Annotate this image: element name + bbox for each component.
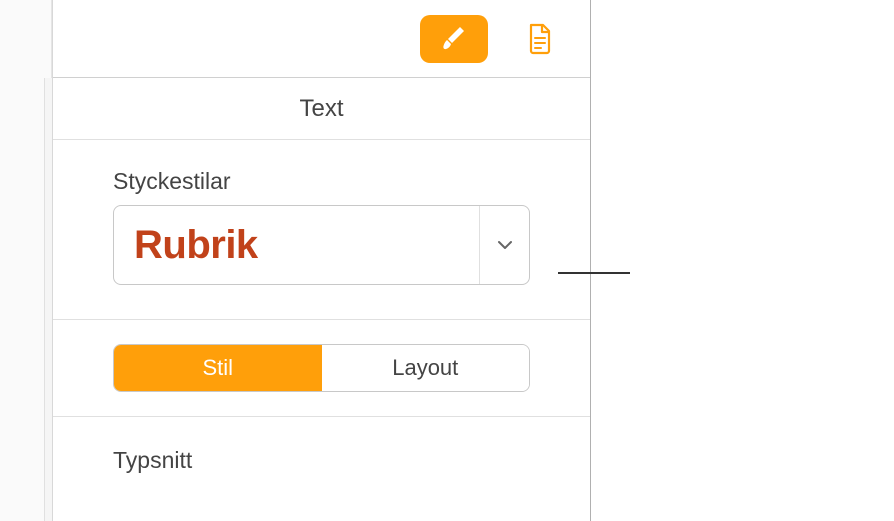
tab-layout-label: Layout bbox=[392, 355, 458, 381]
dropdown-arrow bbox=[479, 206, 529, 284]
tab-layout[interactable]: Layout bbox=[322, 345, 530, 391]
divider bbox=[53, 319, 590, 320]
tab-style[interactable]: Stil bbox=[114, 345, 322, 391]
tab-style-label: Stil bbox=[202, 355, 233, 381]
document-icon bbox=[527, 23, 553, 55]
paragraph-style-dropdown[interactable]: Rubrik bbox=[113, 205, 530, 285]
format-button[interactable] bbox=[420, 15, 488, 63]
paragraph-styles-label: Styckestilar bbox=[113, 168, 530, 195]
chevron-down-icon bbox=[497, 240, 513, 250]
inspector-tab-label: Text bbox=[299, 95, 343, 123]
format-inspector-panel: Text Styckestilar Rubrik Stil Layout Typ… bbox=[52, 0, 591, 521]
divider bbox=[53, 416, 590, 417]
inspector-tab-text[interactable]: Text bbox=[53, 78, 590, 140]
brush-icon bbox=[439, 24, 469, 54]
ruler-edge bbox=[44, 78, 52, 521]
callout-line bbox=[558, 272, 630, 274]
inspector-toolbar bbox=[53, 0, 590, 78]
paragraph-style-selected: Rubrik bbox=[114, 206, 479, 284]
font-section-label: Typsnitt bbox=[113, 447, 530, 474]
inspector-body: Styckestilar Rubrik Stil Layout Typsnitt bbox=[53, 140, 590, 474]
style-layout-segmented: Stil Layout bbox=[113, 344, 530, 392]
document-button[interactable] bbox=[506, 15, 574, 63]
